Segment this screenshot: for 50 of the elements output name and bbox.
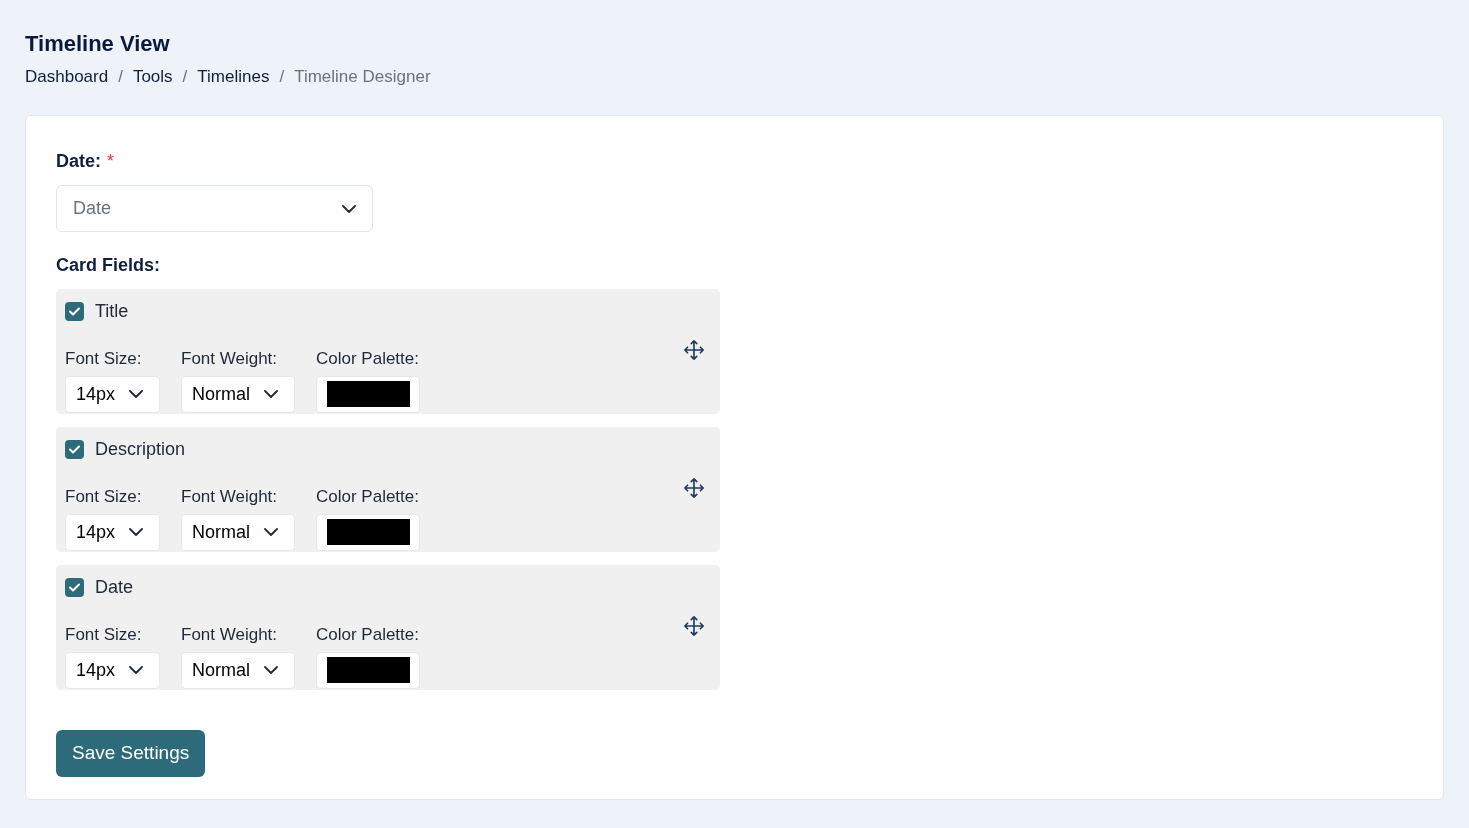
field-label: Font Size: (65, 348, 143, 370)
font-size-select[interactable]: 14px (65, 513, 160, 551)
checkbox[interactable] (65, 440, 84, 459)
color-picker[interactable] (316, 513, 420, 551)
date-select[interactable]: Date (56, 185, 373, 232)
breadcrumb-link[interactable]: Timeline Designer (294, 63, 431, 89)
chevron-down-icon (264, 390, 278, 398)
chevron-down-icon (129, 666, 144, 674)
chevron-down-icon (129, 528, 144, 536)
breadcrumb-link[interactable]: Timelines (197, 63, 270, 89)
font-weight-select[interactable]: Normal (181, 375, 295, 413)
field-label: Date: (56, 150, 101, 173)
chevron-down-icon (264, 666, 278, 674)
checkbox[interactable] (65, 302, 84, 321)
breadcrumb-link[interactable]: Tools (132, 63, 173, 89)
field-name: Title (95, 300, 129, 323)
font-size-select[interactable]: 14px (65, 375, 160, 413)
field-name: Date (95, 576, 134, 599)
field-label: Font Size: (65, 486, 143, 508)
chevron-down-icon (342, 204, 356, 213)
chevron-down-icon (129, 390, 144, 398)
section-label: Card Fields: (56, 254, 162, 277)
check-icon (69, 445, 80, 454)
breadcrumb-separator: / (118, 65, 123, 88)
check-icon (69, 307, 80, 316)
move-icon[interactable] (683, 477, 705, 499)
breadcrumb-link[interactable]: Dashboard (25, 63, 109, 89)
field-name: Description (95, 438, 186, 461)
checkbox[interactable] (65, 578, 84, 597)
field-label: Color Palette: (316, 486, 420, 508)
field-label: Color Palette: (316, 348, 420, 370)
check-icon (69, 583, 80, 592)
field-label: Font Weight: (181, 624, 279, 646)
field-label: Color Palette: (316, 624, 420, 646)
field-label: Font Weight: (181, 486, 279, 508)
font-size-select[interactable]: 14px (65, 651, 160, 689)
breadcrumb-separator: / (279, 65, 285, 88)
move-icon[interactable] (683, 615, 705, 637)
color-picker[interactable] (316, 375, 420, 413)
chevron-down-icon (264, 528, 278, 536)
field-label: Font Weight: (181, 348, 279, 370)
required-mark: * (107, 150, 115, 173)
font-weight-select[interactable]: Normal (181, 651, 295, 689)
move-icon[interactable] (683, 339, 705, 361)
field-label: Font Size: (65, 624, 143, 646)
page-title: Timeline View (25, 30, 171, 58)
color-picker[interactable] (316, 651, 420, 689)
font-weight-select[interactable]: Normal (181, 513, 295, 551)
breadcrumb-separator: / (182, 65, 188, 88)
save-settings-button[interactable]: Save Settings (56, 730, 206, 777)
